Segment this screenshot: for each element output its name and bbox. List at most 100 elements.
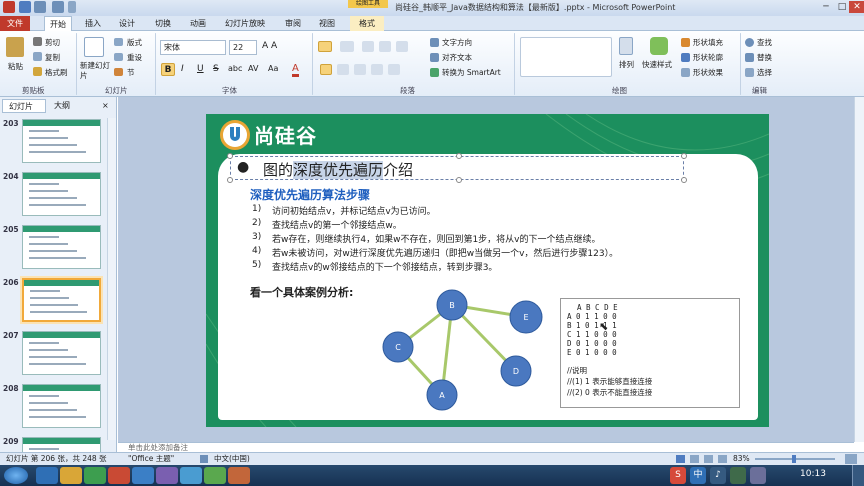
format-painter-icon[interactable] [33,67,42,76]
spellcheck-icon[interactable] [200,455,208,463]
font-size-select[interactable]: 22 [229,40,257,55]
shapes-gallery[interactable] [520,37,612,77]
character-spacing-button[interactable]: AV [248,64,258,73]
panel-tab-outline[interactable]: 大纲 [48,99,88,113]
layout-icon[interactable] [114,38,123,46]
reset-button[interactable]: 重设 [127,52,142,63]
align-left-icon[interactable] [320,64,332,75]
resize-handle[interactable] [227,153,233,159]
ie-taskbar-icon[interactable] [36,467,58,484]
replace-button[interactable]: 替换 [757,52,772,63]
reading-view-icon[interactable] [704,455,713,463]
text-direction-icon[interactable] [430,38,439,47]
maximize-button[interactable]: □ [834,1,850,13]
zoom-slider-thumb[interactable] [792,455,796,463]
quick-styles-icon[interactable] [650,37,668,55]
align-right-icon[interactable] [354,64,366,75]
app-taskbar-icon[interactable] [132,467,154,484]
slideshow-icon[interactable] [718,455,727,463]
text-shadow-button[interactable]: abc [228,64,242,73]
network-tray-icon[interactable] [730,467,746,484]
tab-format[interactable]: 格式 [350,16,384,31]
find-button[interactable]: 查找 [757,37,772,48]
select-button[interactable]: 选择 [757,67,772,78]
align-text-button[interactable]: 对齐文本 [442,52,472,63]
columns-icon[interactable] [388,64,400,75]
tab-transitions[interactable]: 切换 [150,16,176,31]
app-taskbar-icon[interactable] [84,467,106,484]
layout-button[interactable]: 版式 [127,37,142,48]
app-taskbar-icon[interactable] [228,467,250,484]
normal-view-icon[interactable] [676,455,685,463]
select-icon[interactable] [745,68,754,77]
bullets-icon[interactable] [318,41,332,52]
close-button[interactable]: ✕ [849,1,864,13]
align-text-icon[interactable] [430,53,439,62]
format-painter-button[interactable]: 格式刷 [45,67,68,78]
slide-thumbnail[interactable] [22,437,101,452]
powerpoint-app-icon[interactable] [3,1,15,13]
tab-review[interactable]: 审阅 [280,16,306,31]
increase-indent-icon[interactable] [379,41,391,52]
copy-icon[interactable] [33,52,42,61]
slide-thumbnail[interactable] [22,331,101,375]
fit-to-window-icon[interactable] [845,454,857,464]
tab-home[interactable]: 开始 [44,16,72,31]
tab-design[interactable]: 设计 [114,16,140,31]
underline-button[interactable]: U [197,64,204,74]
show-desktop-button[interactable] [852,465,864,486]
app-taskbar-icon[interactable] [156,467,178,484]
font-color-button[interactable]: A [292,63,299,77]
tab-insert[interactable]: 插入 [80,16,106,31]
powerpoint-taskbar-icon[interactable] [108,467,130,484]
language-status[interactable]: 中文(中国) [214,453,250,465]
resize-handle[interactable] [681,153,687,159]
app-taskbar-icon[interactable] [180,467,202,484]
new-slide-button[interactable]: 新建幻灯片 [80,61,110,81]
redo-icon[interactable] [52,1,64,13]
tray-icon[interactable]: S [670,467,686,484]
slide-sorter-icon[interactable] [690,455,699,463]
resize-handle[interactable] [456,177,462,183]
tab-slideshow[interactable]: 幻灯片放映 [220,16,270,31]
arrange-button[interactable]: 排列 [619,59,634,70]
shape-outline-icon[interactable] [681,53,690,62]
slide-thumbnail[interactable] [22,225,101,269]
customize-quick-access-icon[interactable] [68,1,76,13]
text-direction-button[interactable]: 文字方向 [442,37,472,48]
convert-smartart-button[interactable]: 转换为 SmartArt [442,67,501,78]
reset-icon[interactable] [114,53,123,61]
shape-fill-icon[interactable] [681,38,690,47]
shape-outline-button[interactable]: 形状轮廓 [693,52,723,63]
tab-view[interactable]: 视图 [314,16,340,31]
save-icon[interactable] [19,1,31,13]
resize-handle[interactable] [681,177,687,183]
shape-effects-icon[interactable] [681,68,690,77]
new-slide-icon[interactable] [84,37,104,57]
notes-pane[interactable]: 单击此处添加备注 [118,442,854,452]
vertical-scrollbar[interactable] [854,97,864,442]
section-button[interactable]: 节 [127,67,135,78]
section-icon[interactable] [114,68,123,76]
line-spacing-icon[interactable] [396,41,408,52]
resize-handle[interactable] [227,177,233,183]
align-center-icon[interactable] [337,64,349,75]
paste-icon[interactable] [6,37,24,57]
numbering-icon[interactable] [340,41,354,52]
find-icon[interactable] [745,38,754,47]
resize-handle[interactable] [456,153,462,159]
replace-icon[interactable] [745,53,754,62]
tab-file[interactable]: 文件 [0,16,30,31]
start-button-icon[interactable] [4,467,28,484]
shape-fill-button[interactable]: 形状填充 [693,37,723,48]
shape-effects-button[interactable]: 形状效果 [693,67,723,78]
slides-panel-scrollbar[interactable] [107,118,116,440]
cut-button[interactable]: 剪切 [45,37,60,48]
panel-close-icon[interactable]: × [100,99,114,113]
slide-thumbnail[interactable] [22,278,101,322]
tray-icon[interactable] [750,467,766,484]
change-case-button[interactable]: Aa [268,64,278,73]
app-taskbar-icon[interactable] [204,467,226,484]
slide-thumbnail[interactable] [22,384,101,428]
decrease-indent-icon[interactable] [362,41,374,52]
